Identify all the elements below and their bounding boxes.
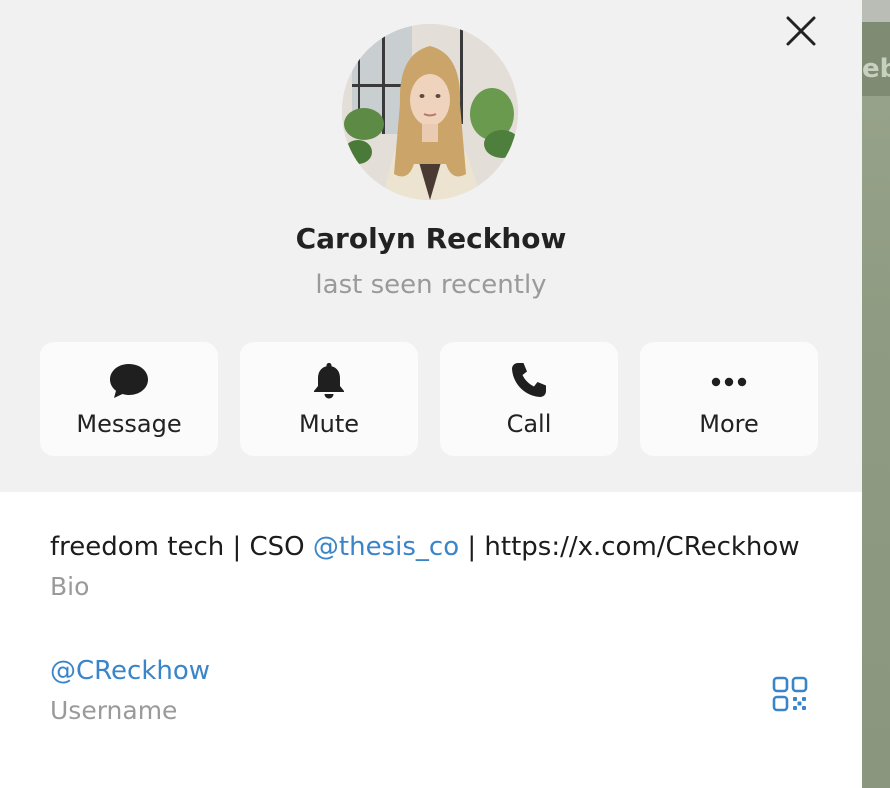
username-value[interactable]: @CReckhow [50, 656, 210, 686]
background-header-title: eb [862, 54, 890, 84]
profile-name: Carolyn Reckhow [295, 222, 567, 255]
more-button[interactable]: More [640, 342, 818, 456]
username-section: @CReckhow Username [50, 656, 210, 725]
background-top-bar [862, 0, 890, 22]
close-icon [786, 16, 816, 46]
bio-text-before: freedom tech | CSO [50, 532, 313, 562]
profile-header: Carolyn Reckhow last seen recently Messa… [0, 0, 862, 492]
background-chat-header: eb [862, 22, 890, 96]
qr-code-icon [772, 676, 808, 712]
ellipsis-icon [711, 377, 747, 387]
call-button[interactable]: Call [440, 342, 618, 456]
bio-text-after: | https://x.com/CReckhow [459, 532, 800, 562]
more-button-label: More [699, 410, 759, 438]
phone-icon [512, 363, 546, 397]
profile-status: last seen recently [315, 270, 547, 300]
message-button[interactable]: Message [40, 342, 218, 456]
bell-icon [314, 363, 344, 399]
close-button[interactable] [784, 14, 818, 48]
bio-label: Bio [50, 572, 90, 601]
qr-code-button[interactable] [770, 674, 810, 714]
mute-button-label: Mute [298, 410, 360, 438]
mute-button[interactable]: Mute [240, 342, 418, 456]
bio-section: freedom tech | CSO @thesis_co | https://… [50, 532, 800, 601]
background-chat-area: eb [862, 0, 890, 788]
chat-bubble-icon [110, 364, 148, 398]
profile-modal: Carolyn Reckhow last seen recently Messa… [0, 0, 862, 788]
call-button-label: Call [506, 410, 552, 438]
bio-mention-link[interactable]: @thesis_co [313, 532, 459, 562]
avatar[interactable] [342, 24, 518, 200]
username-label: Username [50, 696, 178, 725]
bio-text: freedom tech | CSO @thesis_co | https://… [50, 532, 800, 562]
message-button-label: Message [76, 410, 182, 438]
action-buttons: Message Mute Call More [40, 342, 818, 456]
avatar-photo [342, 24, 518, 200]
